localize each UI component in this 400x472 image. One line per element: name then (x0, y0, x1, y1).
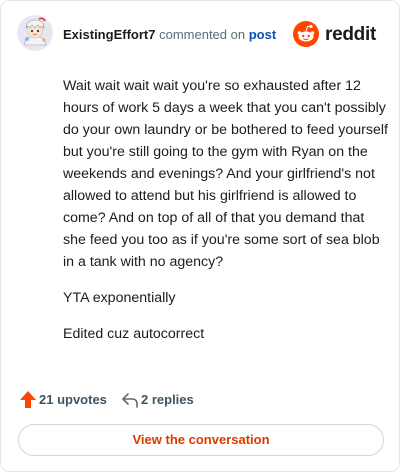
comment-card: ExistingEffort7 commented on post reddit… (0, 0, 400, 472)
comment-paragraph: Wait wait wait wait you're so exhausted … (63, 78, 388, 270)
comment-body: Wait wait wait wait you're so exhausted … (63, 75, 389, 359)
view-conversation-button[interactable]: View the conversation (18, 424, 384, 456)
reddit-wordmark: reddit (325, 24, 376, 45)
replies-count: 2 replies (141, 392, 194, 407)
upvotes-count: 21 upvotes (39, 392, 107, 407)
comment-header: ExistingEffort7 commented on post reddit (17, 15, 383, 51)
commented-on-text: commented on (159, 27, 246, 42)
comment-meta: ExistingEffort7 commented on post (63, 27, 276, 43)
reddit-brand[interactable]: reddit (293, 21, 383, 47)
comment-paragraph: YTA exponentially (63, 290, 176, 306)
username-link[interactable]: ExistingEffort7 (63, 27, 155, 42)
upvote-arrow-icon (20, 391, 36, 408)
reddit-logo-icon (293, 21, 319, 47)
comment-paragraph: Edited cuz autocorrect (63, 326, 205, 342)
post-link[interactable]: post (249, 27, 276, 42)
reply-arrow-icon (122, 393, 138, 408)
avatar-icon[interactable] (17, 15, 53, 51)
